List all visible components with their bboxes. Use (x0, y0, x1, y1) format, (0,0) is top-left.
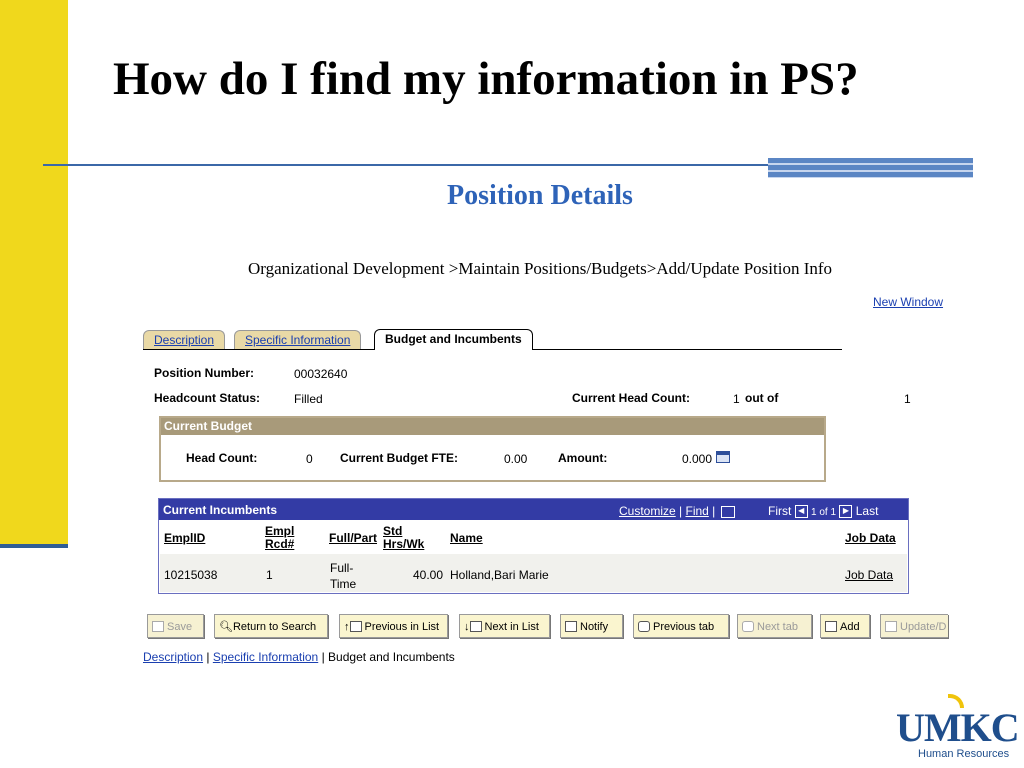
cell-full-part-line2: Time (330, 577, 357, 591)
grid-navigation: Customize | Find | (619, 504, 741, 518)
out-of-label: out of (745, 391, 779, 405)
cell-full-part: Full- Time (330, 560, 356, 592)
cell-std-hrs: 40.00 (413, 568, 444, 582)
job-data-link[interactable]: Job Data (845, 568, 893, 582)
current-budget-panel: Current Budget (159, 416, 826, 482)
bottom-tab-links: Description | Specific Information | Bud… (143, 650, 455, 664)
col-header-std-hrs-line1: Std (383, 524, 403, 538)
slide-subtitle: Position Details (447, 180, 633, 211)
umkc-logo-text: UMKC (896, 705, 1020, 750)
col-header-empl-rcd-line1: Empl (265, 524, 295, 538)
headcount-status-value: Filled (294, 392, 323, 406)
search-icon: 🔍︎ (219, 621, 233, 633)
notify-icon (565, 621, 577, 632)
current-head-count-label: Current Head Count: (572, 391, 690, 405)
incumbents-grid-header: Current Incumbents Customize | Find | Fi… (159, 499, 908, 520)
tab-description-label[interactable]: Description (154, 333, 214, 347)
current-incumbents-grid: Current Incumbents Customize | Find | Fi… (158, 498, 909, 594)
view-all-grid-icon[interactable] (720, 505, 735, 518)
update-display-label: Update/D (900, 621, 947, 633)
next-tab-icon (742, 621, 754, 632)
customize-link[interactable]: Customize (619, 504, 676, 518)
out-of-value: 1 (904, 392, 911, 406)
save-icon (152, 621, 164, 632)
next-in-list-label: Next in List (484, 621, 539, 633)
update-display-button[interactable]: Update/D (880, 614, 948, 638)
budget-head-count-value: 0 (306, 452, 313, 466)
cell-full-part-line1: Full- (330, 561, 354, 575)
umkc-logo-subtitle: Human Resources (918, 748, 1010, 760)
bottom-link-description[interactable]: Description (143, 650, 203, 664)
return-to-search-button[interactable]: 🔍︎Return to Search (214, 614, 328, 638)
umkc-logo: UMKC Human Resources (896, 694, 1024, 768)
previous-tab-icon (638, 621, 650, 632)
position-number-value: 00032640 (294, 367, 348, 381)
bottom-link-separator: | (321, 650, 325, 664)
current-head-count-value: 1 (733, 392, 740, 406)
col-header-std-hrs[interactable]: Std Hrs/Wk (383, 525, 424, 551)
headcount-status-label: Headcount Status: (154, 391, 261, 405)
budget-fte-value: 0.00 (504, 452, 528, 466)
return-to-search-label: Return to Search (232, 621, 317, 633)
amount-detail-icon[interactable] (716, 451, 730, 463)
position-number-label: Position Number: (154, 366, 255, 380)
budget-amount-label: Amount: (558, 451, 608, 465)
cell-empl-rcd: 1 (266, 568, 273, 582)
list-icon (349, 621, 362, 632)
cell-name: Holland,Bari Marie (450, 568, 549, 582)
slide-title: How do I find my information in PS? (113, 53, 859, 105)
grid-pager: First ◀ 1 of 1 ▶ Last (768, 504, 879, 519)
notify-button[interactable]: Notify (560, 614, 623, 638)
bottom-link-budget-and-incumbents: Budget and Incumbents (328, 650, 455, 664)
col-header-job-data: Job Data (845, 531, 896, 545)
next-in-list-button[interactable]: ↓ Next in List (459, 614, 550, 638)
add-button[interactable]: Add (820, 614, 870, 638)
next-tab-label: Next tab (757, 621, 798, 633)
col-header-empl-rcd[interactable]: Empl Rcd# (265, 525, 294, 551)
next-tab-button[interactable]: Next tab (737, 614, 812, 638)
previous-tab-button[interactable]: Previous tab (633, 614, 729, 638)
list-icon (469, 621, 482, 632)
bottom-link-specific-information[interactable]: Specific Information (213, 650, 318, 664)
tab-strip: Description Specific Information Budget … (143, 329, 842, 350)
budget-head-count-label: Head Count: (186, 451, 258, 465)
update-icon (885, 621, 897, 632)
current-budget-header: Current Budget (161, 418, 824, 435)
add-icon (825, 621, 837, 632)
tab-specific-information[interactable]: Specific Information (234, 330, 362, 349)
pager-range: 1 of 1 (811, 507, 837, 518)
cell-emplid: 10215038 (164, 568, 218, 582)
title-divider-accent (768, 158, 973, 178)
save-button[interactable]: Save (147, 614, 204, 638)
add-label: Add (840, 621, 860, 633)
pager-first-arrow-icon[interactable]: ◀ (794, 505, 808, 519)
pager-last-label: Last (855, 504, 879, 518)
tab-description[interactable]: Description (143, 330, 226, 349)
incumbents-grid-title: Current Incumbents (163, 503, 278, 517)
find-link[interactable]: Find (685, 504, 708, 518)
previous-tab-label: Previous tab (653, 621, 715, 633)
col-header-emplid[interactable]: EmplID (164, 532, 205, 545)
new-window-link[interactable]: New Window (873, 295, 943, 309)
budget-amount-value: 0.000 (682, 452, 713, 466)
side-bar-underline (0, 544, 68, 548)
notify-label: Notify (580, 621, 609, 633)
tab-budget-and-incumbents[interactable]: Budget and Incumbents (374, 329, 533, 350)
budget-fte-label: Current Budget FTE: (340, 451, 458, 465)
navigation-path: Organizational Development >Maintain Pos… (247, 259, 833, 278)
col-header-empl-rcd-line2: Rcd# (265, 537, 295, 551)
col-header-name[interactable]: Name (450, 532, 483, 545)
col-header-full-part[interactable]: Full/Part (329, 532, 377, 545)
previous-in-list-button[interactable]: ↑ Previous in List (339, 614, 448, 638)
pager-first-label: First (768, 504, 792, 518)
save-button-label: Save (167, 621, 193, 633)
pager-last-arrow-icon[interactable]: ▶ (839, 505, 853, 519)
bottom-link-separator: | (206, 650, 210, 664)
previous-in-list-label: Previous in List (364, 621, 440, 633)
col-header-std-hrs-line2: Hrs/Wk (383, 537, 425, 551)
tab-specific-information-label[interactable]: Specific Information (245, 333, 350, 347)
tab-budget-and-incumbents-label: Budget and Incumbents (385, 332, 522, 346)
